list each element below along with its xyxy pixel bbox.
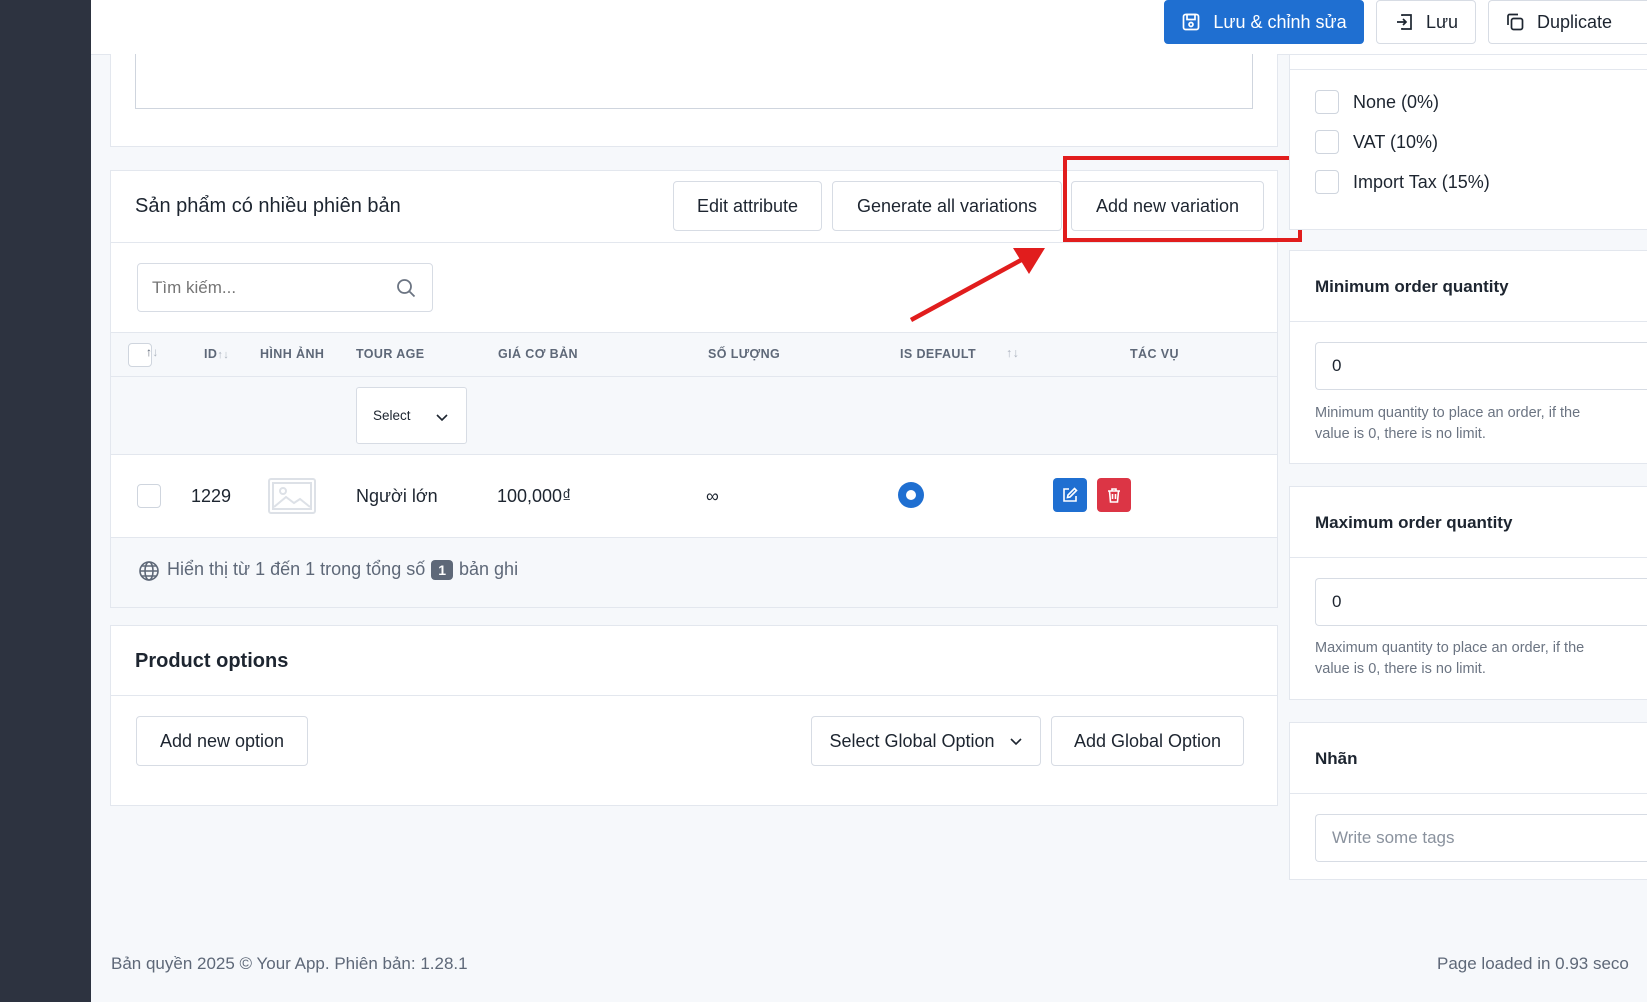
column-header-is-default: IS DEFAULT	[900, 347, 976, 361]
tax-vat-checkbox[interactable]	[1315, 130, 1339, 154]
tags-input[interactable]: Write some tags	[1315, 814, 1647, 862]
pagination-suffix: bản ghi	[459, 559, 519, 579]
product-options-divider	[111, 695, 1277, 696]
globe-icon	[139, 561, 159, 581]
min-order-help: Minimum quantity to place an order, if t…	[1315, 405, 1581, 442]
image-placeholder-icon	[268, 478, 316, 514]
tags-title: Nhãn	[1315, 749, 1358, 768]
add-global-option-label: Add Global Option	[1073, 730, 1222, 751]
is-default-radio[interactable]	[898, 482, 924, 508]
sort-icon[interactable]: ↑↓	[146, 345, 159, 359]
edit-attribute-label: Edit attribute	[696, 195, 799, 216]
chevron-down-icon	[1009, 738, 1022, 746]
max-order-title: Maximum order quantity	[1315, 513, 1513, 532]
tax-vat-label: VAT (10%)	[1353, 132, 1439, 152]
row-checkbox[interactable]	[137, 484, 161, 508]
select-global-option-label: Select Global Option	[829, 730, 995, 751]
filter-row	[111, 377, 1277, 455]
description-card	[110, 54, 1278, 147]
tax-import-checkbox[interactable]	[1315, 170, 1339, 194]
tags-divider	[1290, 793, 1647, 794]
annotation-arrow	[909, 248, 1045, 322]
search-icon	[397, 279, 416, 298]
row-tour-age: Người lớn	[356, 486, 438, 506]
save-icon	[1183, 13, 1200, 31]
min-order-divider	[1290, 321, 1647, 322]
edit-row-button[interactable]	[1053, 478, 1087, 512]
column-header-tour-age: TOUR AGE	[356, 347, 425, 361]
duplicate-button[interactable]: Duplicate	[1488, 0, 1647, 44]
total-count-badge: 1	[431, 559, 454, 580]
max-order-value: 0	[1332, 592, 1342, 611]
max-order-help: Maximum quantity to place an order, if t…	[1315, 640, 1585, 677]
generate-all-variations-button[interactable]: Generate all variations	[832, 181, 1062, 231]
trash-icon	[1108, 488, 1120, 503]
column-header-id[interactable]: ID↑↓	[204, 347, 229, 361]
select-global-option-dropdown[interactable]: Select Global Option	[811, 716, 1041, 766]
row-quantity: ∞	[706, 486, 719, 506]
min-order-input[interactable]: 0	[1315, 342, 1647, 390]
edit-attribute-button[interactable]: Edit attribute	[673, 181, 822, 231]
tags-placeholder: Write some tags	[1332, 828, 1455, 847]
max-order-divider	[1290, 557, 1647, 558]
max-order-input[interactable]: 0	[1315, 578, 1647, 626]
save-label: Lưu	[1425, 11, 1459, 32]
add-new-option-button[interactable]: Add new option	[136, 716, 308, 766]
row-id: 1229	[191, 486, 232, 506]
search-box[interactable]	[137, 263, 433, 312]
sign-in-icon	[1396, 14, 1412, 30]
save-and-edit-button[interactable]: Lưu & chỉnh sửa	[1164, 0, 1364, 44]
save-button[interactable]: Lưu	[1376, 0, 1476, 44]
row-base-price: 100,000₫	[497, 486, 572, 506]
copyright-text: Bản quyền 2025 © Your App. Phiên bản: 1.…	[111, 954, 468, 973]
page-load-time: Page loaded in 0.93 seco	[1437, 954, 1629, 973]
delete-row-button[interactable]	[1097, 478, 1131, 512]
tour-age-filter-label: Select	[373, 408, 411, 423]
column-header-base-price: GIÁ CƠ BẢN	[498, 347, 578, 361]
description-editor[interactable]	[135, 54, 1253, 109]
column-header-quantity: SỐ LƯỢNG	[708, 347, 781, 361]
is-default-sort-icon[interactable]: ↑↓	[1006, 346, 1019, 360]
column-header-actions: TÁC VỤ	[1130, 347, 1179, 361]
tax-none-checkbox[interactable]	[1315, 90, 1339, 114]
save-and-edit-label: Lưu & chỉnh sửa	[1213, 11, 1347, 32]
column-header-image: HÌNH ẢNH	[260, 347, 325, 361]
radio-dot	[906, 490, 916, 500]
edit-icon	[1063, 487, 1078, 502]
duplicate-label: Duplicate	[1537, 11, 1613, 32]
tax-none-label: None (0%)	[1353, 92, 1440, 112]
add-new-option-label: Add new option	[159, 730, 285, 751]
annotation-highlight-box	[1063, 156, 1302, 242]
add-global-option-button[interactable]: Add Global Option	[1051, 716, 1244, 766]
variations-title: Sản phẩm có nhiều phiên bản	[135, 195, 401, 217]
tour-age-filter-select[interactable]: Select	[356, 387, 467, 444]
chevron-down-icon	[436, 414, 448, 422]
min-order-value: 0	[1332, 356, 1342, 375]
copy-icon	[1507, 13, 1524, 31]
tax-card-top-divider	[1290, 69, 1647, 70]
pagination-prefix: Hiển thị từ 1 đến 1 trong tổng số	[167, 559, 426, 579]
sidebar	[0, 0, 91, 1002]
min-order-title: Minimum order quantity	[1315, 277, 1509, 296]
pagination-summary: Hiển thị từ 1 đến 1 trong tổng số 1 bản …	[167, 559, 518, 580]
generate-all-variations-label: Generate all variations	[856, 195, 1038, 216]
tax-card	[1289, 55, 1647, 230]
product-options-title: Product options	[135, 650, 289, 672]
variations-header-divider	[111, 242, 1277, 243]
tax-import-label: Import Tax (15%)	[1353, 172, 1490, 192]
search-input[interactable]	[152, 276, 382, 300]
